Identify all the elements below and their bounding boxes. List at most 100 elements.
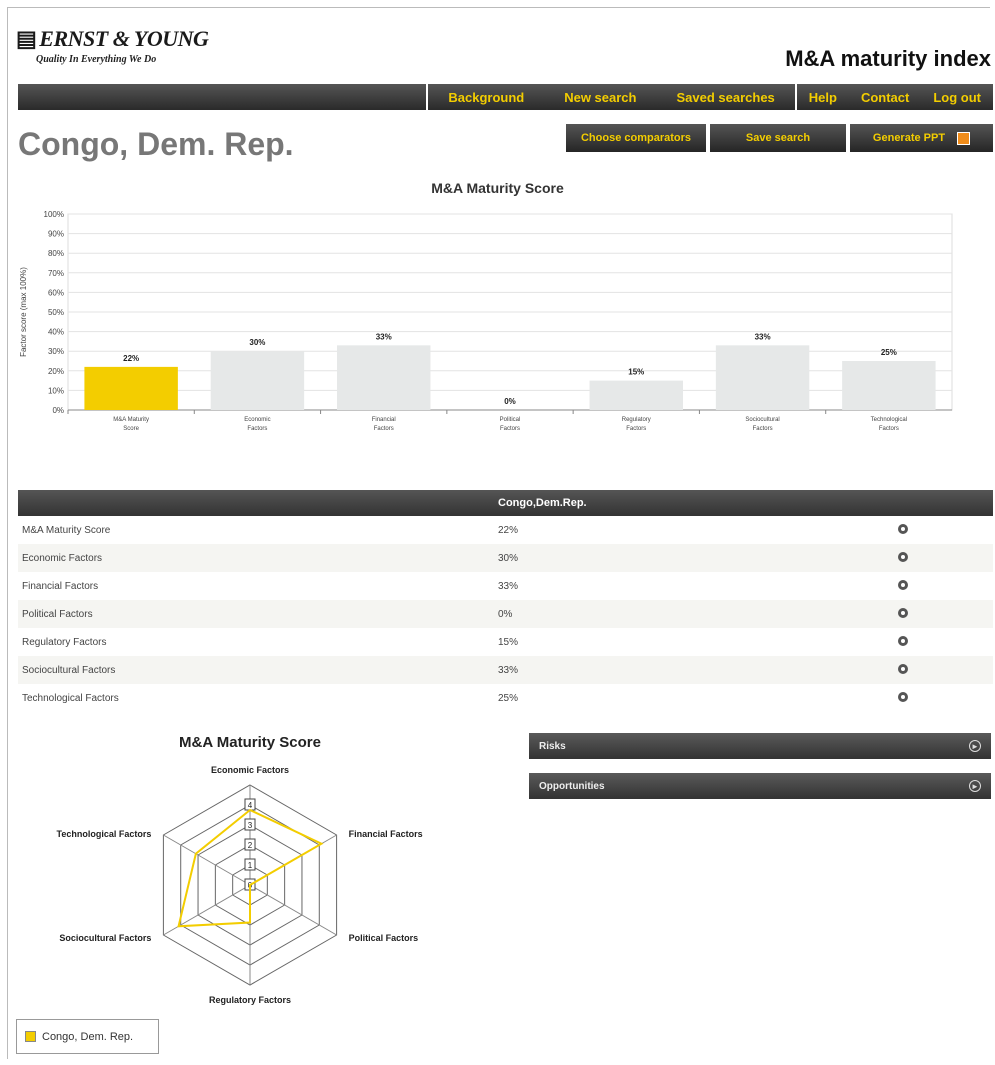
logo-bars-icon: ▤ (16, 26, 37, 51)
x-tick-label: Factors (753, 426, 773, 432)
row-label: Financial Factors (22, 580, 99, 592)
radar-ring-label: 3 (248, 821, 253, 830)
nav-group-secondary: Help Contact Log out (794, 84, 993, 110)
radar-axis-label: Political Factors (349, 933, 419, 943)
row-info[interactable] (898, 663, 918, 677)
table-header-country: Congo,Dem.Rep. (498, 497, 587, 509)
main-navbar: Background New search Saved searches Hel… (18, 84, 993, 110)
logo-text: ERNST & YOUNG (39, 26, 209, 51)
row-value: 0% (498, 608, 513, 620)
x-tick-label: Political (500, 417, 521, 423)
radar-spoke (163, 834, 251, 886)
row-value: 15% (498, 636, 519, 648)
table-header: Congo,Dem.Rep. (18, 490, 993, 516)
table-body: M&A Maturity Score 22% Economic Factors 30%… (18, 516, 993, 712)
x-tick-label: Factors (247, 426, 267, 432)
x-tick-label: Regulatory (622, 417, 651, 423)
bar (589, 380, 684, 410)
radar-ring-label: 1 (248, 861, 253, 870)
row-label: Political Factors (22, 608, 93, 620)
y-tick-label: 70% (48, 269, 64, 278)
maturity-bar-chart: 0% 10% 20% 30% 40% 50% 60% 70% 80% 90% 100% Factor … (19, 210, 953, 432)
legend-swatch (25, 1031, 36, 1042)
bar-value-label: 15% (628, 368, 644, 377)
nav-background[interactable]: Background (428, 90, 544, 105)
row-info[interactable] (898, 579, 918, 593)
bar (842, 361, 936, 410)
y-tick-label: 0% (52, 406, 64, 415)
radar-chart: 01234Economic FactorsFinancial FactorsPo… (57, 765, 423, 1005)
x-tick-label: Sociocultural (745, 417, 779, 423)
row-value: 25% (498, 692, 519, 704)
logo-tagline: Quality In Everything We Do (36, 54, 157, 65)
nav-contact[interactable]: Contact (849, 90, 921, 105)
radar-axis-label: Sociocultural Factors (59, 933, 151, 943)
y-tick-label: 100% (44, 210, 64, 219)
x-tick-label: Economic (244, 417, 270, 423)
choose-comparators-button[interactable]: Choose comparators (566, 124, 706, 152)
generate-ppt-label: Generate PPT (872, 132, 946, 144)
powerpoint-icon (957, 131, 971, 145)
radar-spoke (249, 884, 337, 936)
table-row: Economic Factors 30% (18, 544, 993, 572)
x-tick-label: Technological (871, 417, 907, 423)
x-tick-label: Factors (500, 426, 520, 432)
row-label: M&A Maturity Score (22, 524, 111, 536)
bar-value-label: 33% (376, 332, 392, 341)
row-label: Regulatory Factors (22, 636, 107, 648)
radar-axis-label: Financial Factors (349, 829, 423, 839)
info-icon[interactable] (898, 635, 908, 646)
bar-value-label: 33% (755, 332, 771, 341)
info-icon[interactable] (898, 523, 908, 534)
y-tick-label: 50% (48, 308, 64, 317)
risks-panel[interactable]: Risks ► (529, 733, 991, 759)
radar-axis-label: Regulatory Factors (209, 995, 291, 1005)
expand-icon[interactable]: ► (969, 780, 981, 792)
nav-saved-searches[interactable]: Saved searches (656, 90, 794, 105)
info-icon[interactable] (898, 551, 908, 562)
x-tick-label: Factors (626, 426, 646, 432)
info-icon[interactable] (898, 663, 908, 674)
radar-chart-title: M&A Maturity Score (179, 734, 321, 751)
row-info[interactable] (898, 551, 918, 565)
table-row: Technological Factors 25% (18, 684, 993, 712)
expand-icon[interactable]: ► (969, 740, 981, 752)
opportunities-panel-label: Opportunities (539, 780, 605, 792)
row-label: Economic Factors (22, 552, 103, 564)
row-label: Sociocultural Factors (22, 664, 116, 676)
y-tick-label: 80% (48, 249, 64, 258)
radar-axis-label: Technological Factors (57, 829, 152, 839)
y-tick-label: 60% (48, 288, 64, 297)
x-tick-label: Score (123, 426, 139, 432)
opportunities-panel[interactable]: Opportunities ► (529, 773, 991, 799)
table-row: M&A Maturity Score 22% (18, 516, 993, 544)
save-search-button[interactable]: Save search (710, 124, 846, 152)
table-row: Sociocultural Factors 33% (18, 656, 993, 684)
info-icon[interactable] (898, 607, 908, 618)
risks-panel-label: Risks (539, 740, 566, 752)
y-axis-label: Factor score (max 100%) (19, 267, 28, 357)
app-title: M&A maturity index (785, 46, 991, 71)
row-value: 33% (498, 664, 519, 676)
row-info[interactable] (898, 523, 918, 537)
info-icon[interactable] (898, 691, 908, 702)
y-tick-label: 10% (48, 386, 64, 395)
ey-logo[interactable]: ▤ ERNST & YOUNG Quality In Everything We … (16, 26, 209, 65)
row-info[interactable] (898, 691, 918, 705)
row-info[interactable] (898, 635, 918, 649)
nav-log-out[interactable]: Log out (921, 90, 993, 105)
bar (210, 351, 305, 410)
bar-chart-title: M&A Maturity Score (431, 180, 564, 196)
x-tick-label: Financial (372, 417, 396, 423)
nav-help[interactable]: Help (797, 90, 849, 105)
y-tick-label: 30% (48, 347, 64, 356)
legend-label: Congo, Dem. Rep. (42, 1030, 134, 1043)
row-info[interactable] (898, 607, 918, 621)
page-title: Congo, Dem. Rep. (18, 126, 294, 162)
generate-ppt-button[interactable]: Generate PPT (850, 124, 993, 152)
info-icon[interactable] (898, 579, 908, 590)
table-row: Political Factors 0% (18, 600, 993, 628)
nav-new-search[interactable]: New search (544, 90, 656, 105)
bar-value-label: 22% (123, 354, 139, 363)
x-tick-label: Factors (374, 426, 394, 432)
